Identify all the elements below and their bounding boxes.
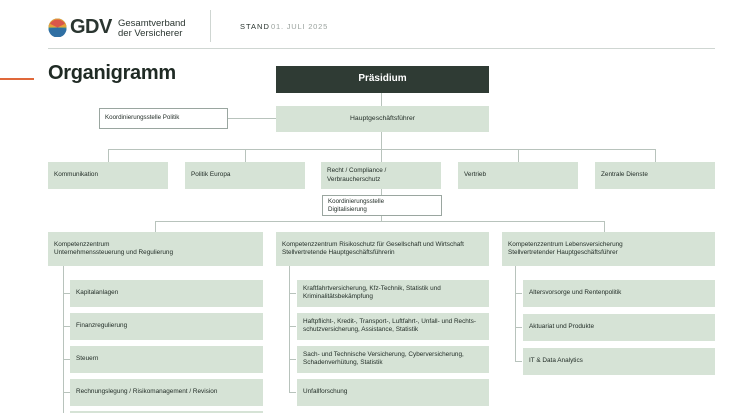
unit-label: Aktuariat und Produkte [529,323,595,331]
unit-kraftfahrt: Kraftfahrtversicherung, Kfz-Technik, Sta… [297,280,489,307]
center-unternehmenssteuerung: Kompetenzzentrum Unternehmenssteuerung u… [48,232,263,266]
unit-steuern: Steuern [70,346,263,373]
unit-label-line2: Schadenverhütung, Statistik [303,359,383,367]
center-title-line2: Stellvertretender Hauptgeschäftsführer [508,249,618,257]
unit-label-line1: Haftpflicht-, Kredit-, Transport-, Luftf… [303,318,476,325]
dept-kommunikation: Kommunikation [48,162,168,189]
center-title-line2: Unternehmenssteuerung und Regulierung [54,249,174,257]
dept-label: Vertrieb [464,171,487,179]
dept-politik-europa: Politik Europa [185,162,305,189]
unit-kapitalanlagen: Kapitalanlagen [70,280,263,307]
koordinierungsstelle-politik-label: Koordinierungsstelle Politik [105,114,180,121]
center-title-line1: Kompetenzzentrum [54,241,110,248]
praesidium-label: Präsidium [358,73,407,85]
unit-label: Steuern [76,355,99,363]
dept-label: Kommunikation [54,171,99,179]
unit-label: IT & Data Analytics [529,357,583,365]
unit-label-line2: Kriminalitätsbekämpfung [303,293,373,301]
stand-label: STAND [240,22,270,31]
unit-finanzregulierung: Finanzregulierung [70,313,263,340]
dept-label: Zentrale Dienste [601,171,648,179]
unit-altersvorsorge: Altersvorsorge und Rentenpolitik [523,280,715,307]
center-title-line1: Kompetenzzentrum Lebensversicherung [508,241,623,248]
unit-rechnungslegung: Rechnungslegung / Risikomanagement / Rev… [70,379,263,406]
accent-line [0,78,34,80]
hauptgeschaeftsfuehrer-box: Hauptgeschäftsführer [276,106,489,132]
unit-label: Unfallforschung [303,388,348,396]
header-rule [48,48,715,49]
gdv-logo: GDV Gesamtverband der Versicherer [48,16,208,40]
unit-label: Rechnungslegung / Risikomanagement / Rev… [76,388,218,396]
stand-date: 01. JULI 2025 [271,22,329,31]
unit-label-line2: schutzversicherung, Assistance, Statisti… [303,326,419,334]
unit-label-line1: Sach- und Technische Versicherung, Cyber… [303,351,464,358]
dept-label: Recht / Compliance / Verbraucherschutz [327,167,387,183]
dept-recht-compliance: Recht / Compliance / Verbraucherschutz [321,162,441,189]
unit-aktuariat: Aktuariat und Produkte [523,314,715,341]
koord-digital-line1: Koordinierungsstelle [328,198,385,205]
koordinierungsstelle-politik-box: Koordinierungsstelle Politik [99,108,228,129]
center-title-line2: Stellvertretende Hauptgeschäftsführerin [282,249,395,257]
gdv-logo-mark-icon [48,18,67,37]
koord-digital-line2: Digitalisierung [328,206,367,213]
center-risikoschutz: Kompetenzzentrum Risikoschutz für Gesell… [276,232,489,266]
unit-label: Kapitalanlagen [76,289,119,297]
unit-label-line1: Kraftfahrtversicherung, Kfz-Technik, Sta… [303,285,441,292]
unit-label: Finanzregulierung [76,322,128,330]
org-name-line2: der Versicherer [118,28,183,39]
unit-sachversicherung: Sach- und Technische Versicherung, Cyber… [297,346,489,373]
page-title: Organigramm [48,62,176,84]
dept-label: Politik Europa [191,171,231,179]
dept-zentrale-dienste: Zentrale Dienste [595,162,715,189]
unit-label: Altersvorsorge und Rentenpolitik [529,289,622,297]
dept-vertrieb: Vertrieb [458,162,578,189]
header-divider [210,10,211,42]
praesidium-box: Präsidium [276,66,489,93]
center-lebensversicherung: Kompetenzzentrum Lebensversicherung Stel… [502,232,715,266]
hauptgeschaeftsfuehrer-label: Hauptgeschäftsführer [350,114,415,122]
unit-unfallforschung: Unfallforschung [297,379,489,406]
unit-it-data-analytics: IT & Data Analytics [523,348,715,375]
unit-haftpflicht: Haftpflicht-, Kredit-, Transport-, Luftf… [297,313,489,340]
center-title-line1: Kompetenzzentrum Risikoschutz für Gesell… [282,241,464,248]
koordinierungsstelle-digitalisierung-box: Koordinierungsstelle Digitalisierung [322,195,442,216]
logo-wordmark: GDV [70,16,112,38]
